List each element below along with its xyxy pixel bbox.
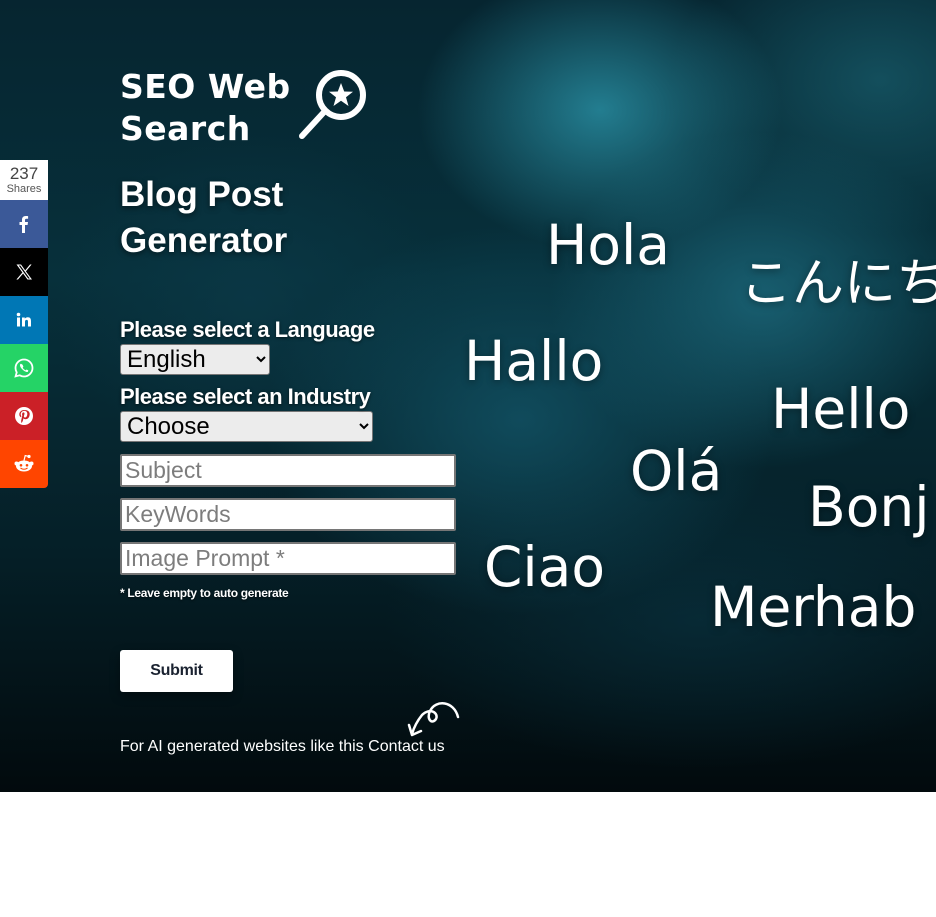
footer-cta-text: For AI generated websites like this [120,738,364,755]
blog-generator-form: Please select a Language English Please … [120,316,460,600]
share-count-number: 237 [9,164,39,183]
site-logo[interactable]: SEO Web Search [120,66,370,148]
facebook-share-button[interactable] [0,200,48,248]
greeting-hola: Hola [546,213,670,277]
greeting-bonjour: Bonj [808,475,930,539]
footer-cta: For AI generated websites like this Cont… [120,738,445,756]
greeting-hallo: Hallo [464,329,604,393]
share-count-label: Shares [6,183,42,195]
logo-text: SEO Web Search [120,66,291,150]
keywords-input[interactable] [120,498,456,531]
greeting-merhaba: Merhab [710,575,917,639]
greeting-ola: Olá [630,439,723,503]
page-title-line-2: Generator [120,221,288,260]
linkedin-icon [16,312,31,327]
reddit-icon [14,454,34,472]
auto-generate-note: * Leave empty to auto generate [120,586,289,600]
page-title-line-1: Blog Post [120,175,284,214]
language-select[interactable]: English [120,344,270,375]
greeting-konnichiwa: こんにち [740,254,936,314]
logo-line-1: SEO Web [120,67,291,106]
linkedin-share-button[interactable] [0,296,48,344]
share-count: 237 Shares [0,160,48,200]
submit-button[interactable]: Submit [120,650,233,692]
logo-line-2: Search [120,109,251,148]
reddit-share-button[interactable] [0,440,48,488]
x-share-button[interactable] [0,248,48,296]
image-prompt-input[interactable] [120,542,456,575]
whatsapp-share-button[interactable] [0,344,48,392]
industry-select[interactable]: Choose [120,411,373,442]
subject-input[interactable] [120,454,456,487]
magnifier-star-icon [299,70,366,139]
pinterest-share-button[interactable] [0,392,48,440]
social-share-bar: 237 Shares [0,160,48,488]
hero-section: SEO Web Search Blog Post Generator Pleas… [0,0,936,792]
curved-arrow-icon [407,702,460,737]
contact-us-link[interactable]: Contact us [368,738,444,755]
greeting-hello: Hello [771,377,911,441]
language-label: Please select a Language [120,317,375,342]
whatsapp-icon [14,358,34,378]
industry-label: Please select an Industry [120,384,371,409]
facebook-icon [19,216,29,233]
greeting-ciao: Ciao [484,535,606,599]
pinterest-icon [15,407,33,425]
x-icon [16,264,32,280]
page-title: Blog Post Generator [120,172,440,264]
